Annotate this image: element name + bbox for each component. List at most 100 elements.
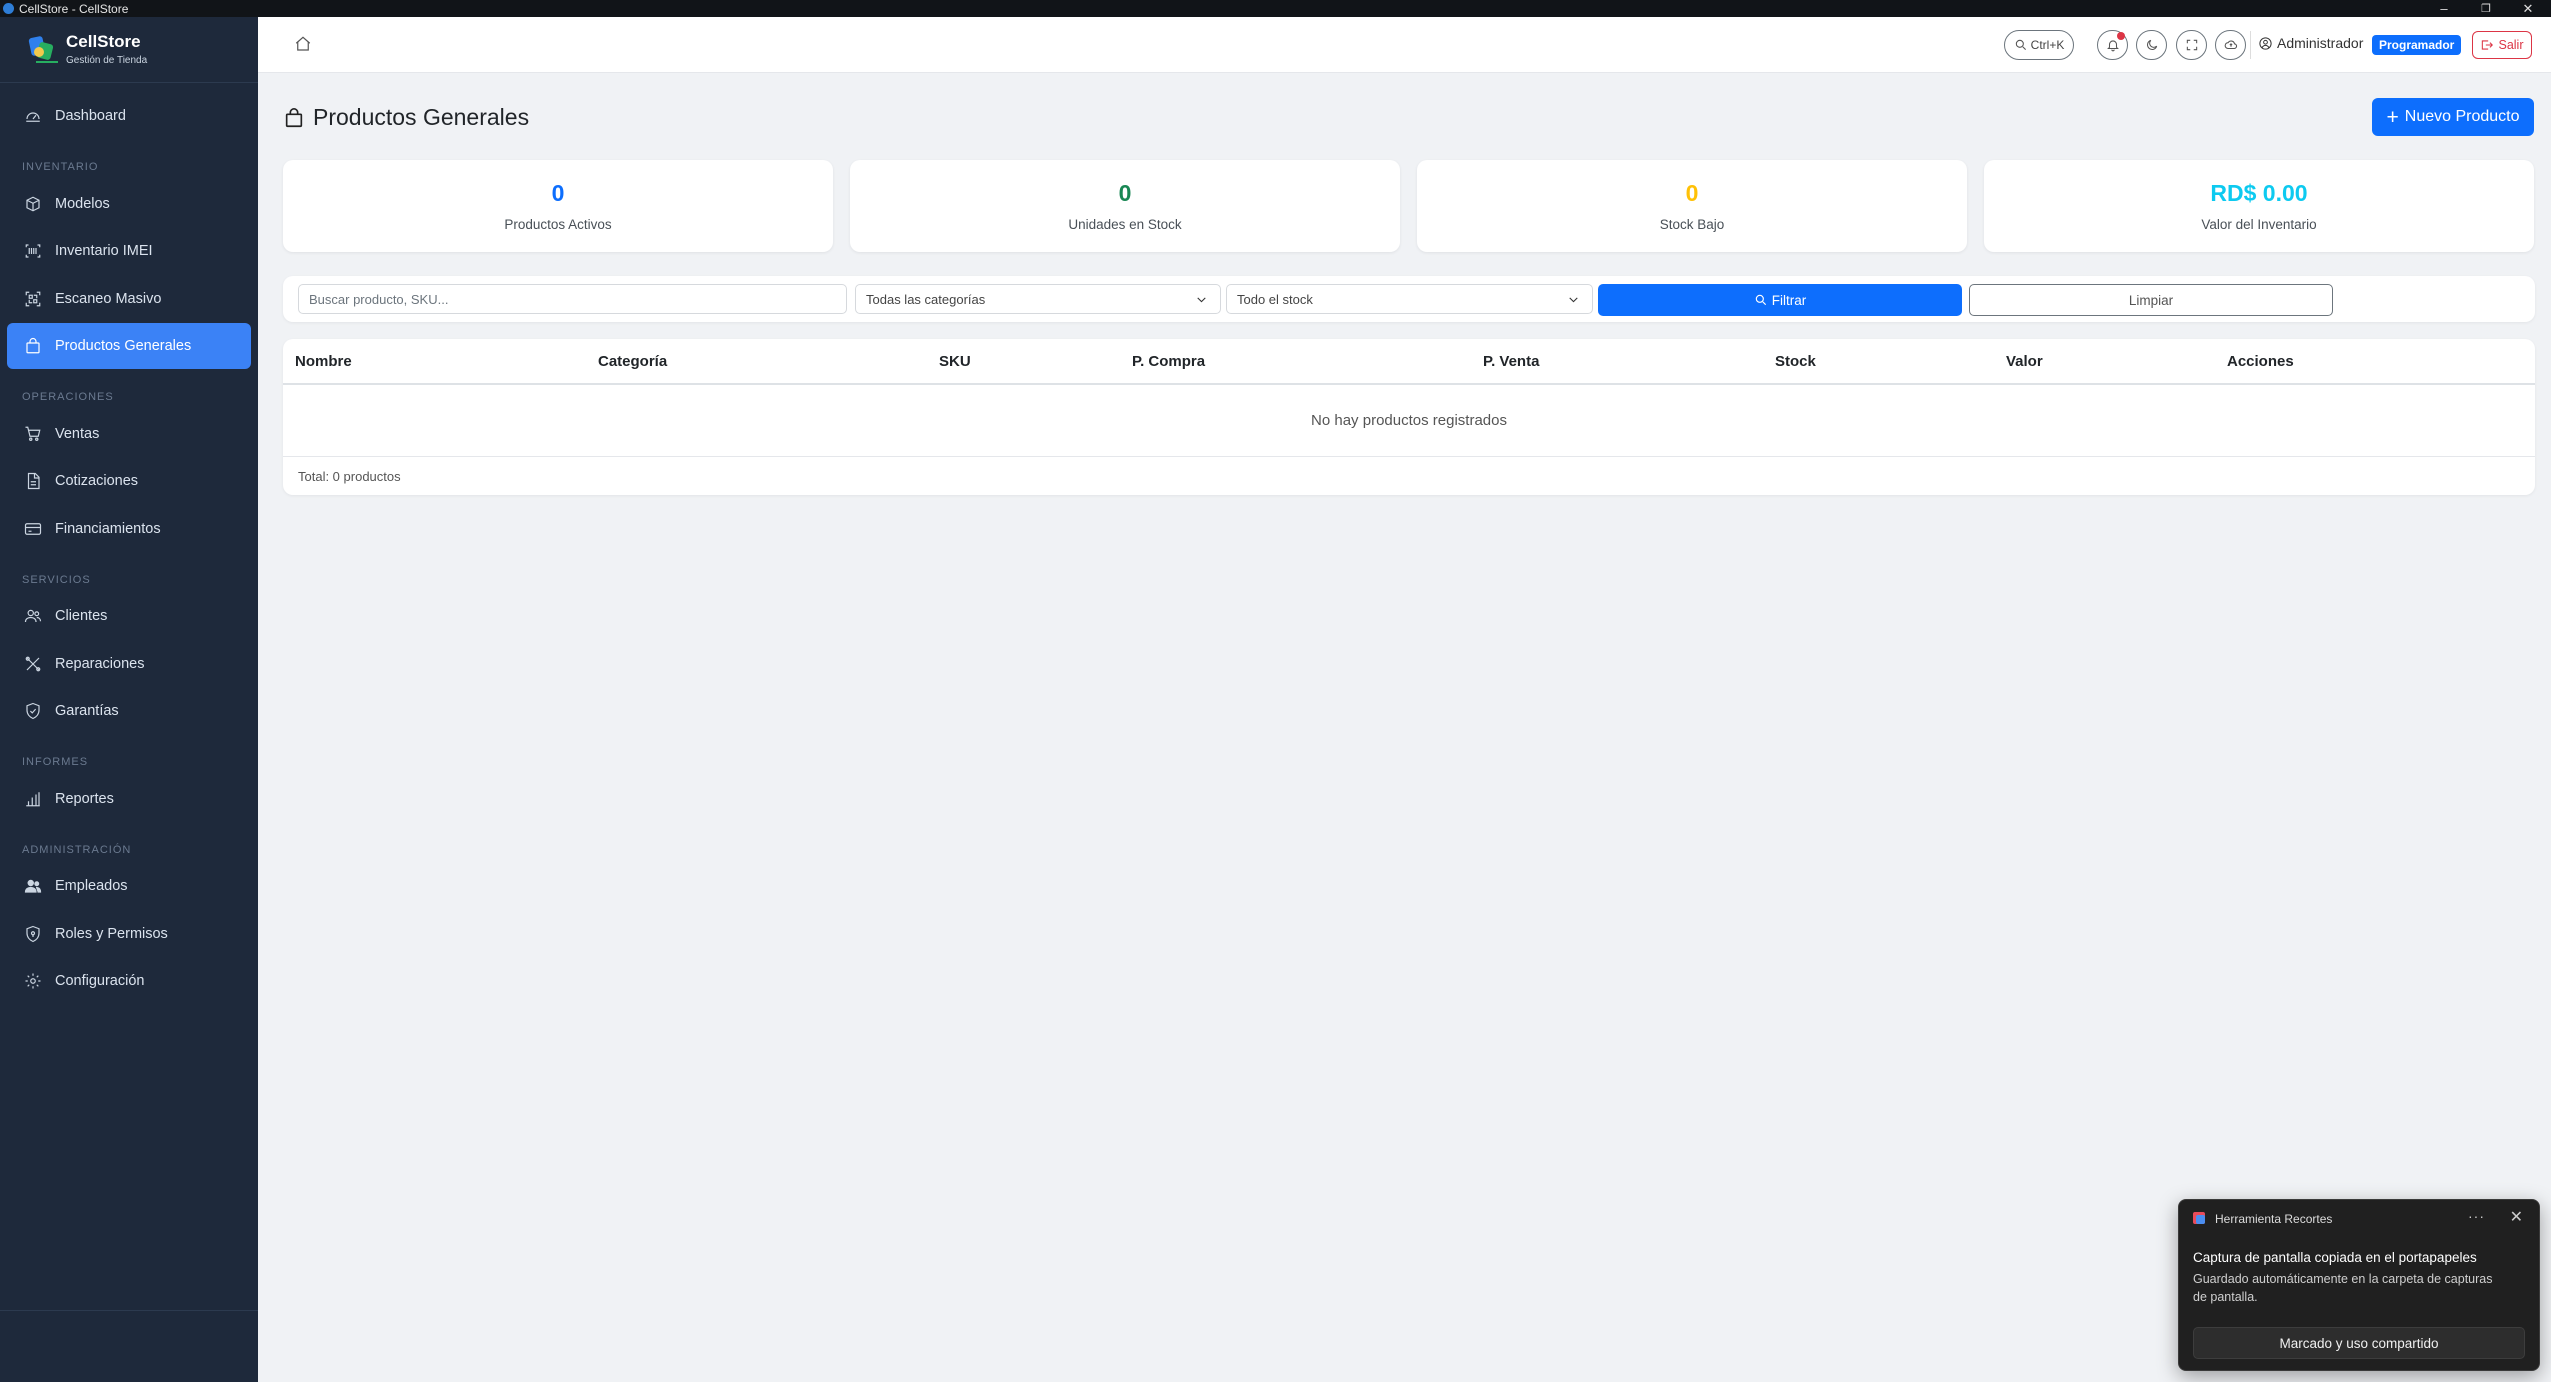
window-titlebar: CellStore - CellStore – ❐ ✕ — [0, 0, 2551, 17]
stock-select[interactable]: Todo el stock — [1226, 284, 1593, 314]
toast-body: Guardado automáticamente en la carpeta d… — [2193, 1272, 2493, 1305]
restore-icon[interactable]: ❐ — [2466, 0, 2506, 17]
sidebar-item-label: Productos Generales — [55, 338, 192, 354]
snipping-tool-toast[interactable]: Herramienta Recortes ··· ✕ Captura de pa… — [2178, 1199, 2540, 1371]
stat-card-stock-bajo: 0 Stock Bajo — [1417, 160, 1967, 252]
user-name: Administrador — [2277, 35, 2364, 51]
column-header-valor[interactable]: Valor — [2006, 353, 2043, 370]
sidebar-item-reportes[interactable]: Reportes — [7, 776, 251, 822]
bell-icon — [2106, 40, 2119, 52]
chevron-down-icon — [1195, 293, 1208, 309]
close-icon[interactable]: ✕ — [2510, 1207, 2523, 1227]
sidebar-item-ventas[interactable]: Ventas — [7, 411, 251, 457]
people-icon — [23, 607, 42, 626]
search-shortcut-button[interactable]: Ctrl+K — [2004, 30, 2074, 60]
brand[interactable]: CellStore Gestión de Tienda — [0, 17, 258, 83]
section-servicios: SERVICIOS — [22, 573, 91, 586]
upc-scan-icon — [23, 242, 42, 261]
stat-value: 0 — [1118, 180, 1132, 206]
theme-toggle-button[interactable] — [2136, 30, 2167, 60]
bar-chart-icon — [23, 789, 42, 808]
close-window-icon[interactable]: ✕ — [2508, 0, 2548, 17]
sidebar-item-label: Empleados — [55, 878, 128, 894]
sidebar-item-label: Escaneo Masivo — [55, 290, 162, 307]
stat-label: Productos Activos — [504, 217, 612, 232]
people-fill-icon — [23, 877, 42, 896]
column-header-categoria[interactable]: Categoría — [598, 353, 667, 370]
page-title: Productos Generales — [283, 104, 529, 131]
fullscreen-icon — [2186, 39, 2197, 51]
markup-share-button[interactable]: Marcado y uso compartido — [2193, 1327, 2525, 1359]
shield-lock-icon — [23, 924, 42, 943]
role-badge: Programador — [2372, 35, 2462, 55]
sidebar-item-reparaciones[interactable]: Reparaciones — [7, 641, 251, 687]
qr-scan-icon — [23, 289, 42, 308]
section-informes: INFORMES — [22, 756, 89, 768]
toast-app-name: Herramienta Recortes — [2215, 1212, 2333, 1226]
logout-icon — [2482, 40, 2494, 50]
notifications-button[interactable] — [2097, 30, 2128, 60]
credit-card-icon — [23, 519, 42, 538]
sidebar-item-configuracion[interactable]: Configuración — [7, 958, 251, 1004]
logout-label: Salir — [2498, 38, 2524, 52]
document-icon — [23, 472, 42, 491]
tools-icon — [23, 654, 42, 673]
toast-title: Captura de pantalla copiada en el portap… — [2193, 1250, 2477, 1265]
top-header: Ctrl+K Administrador Programador Salir — [258, 17, 2551, 73]
notification-dot — [2117, 32, 2125, 40]
sidebar-item-roles-permisos[interactable]: Roles y Permisos — [7, 911, 251, 957]
cloud-upload-icon — [2224, 40, 2237, 50]
column-header-p-venta[interactable]: P. Venta — [1483, 353, 1539, 370]
section-inventario: INVENTARIO — [22, 161, 99, 173]
bag-icon — [23, 337, 42, 356]
page-title-text: Productos Generales — [313, 104, 530, 130]
home-icon[interactable] — [294, 35, 314, 55]
new-product-button[interactable]: + Nuevo Producto — [2372, 98, 2534, 136]
sidebar-item-cotizaciones[interactable]: Cotizaciones — [7, 458, 251, 504]
minimize-icon[interactable]: – — [2424, 0, 2464, 17]
filter-button[interactable]: Filtrar — [1598, 284, 1962, 316]
stat-card-unidades-stock: 0 Unidades en Stock — [850, 160, 1400, 252]
search-icon — [1755, 294, 1766, 306]
sidebar-item-garantias[interactable]: Garantías — [7, 688, 251, 734]
sidebar-item-clientes[interactable]: Clientes — [7, 593, 251, 639]
column-header-stock[interactable]: Stock — [1775, 353, 1816, 370]
column-header-nombre[interactable]: Nombre — [295, 353, 352, 370]
search-shortcut-label: Ctrl+K — [2030, 38, 2065, 52]
search-input[interactable]: Buscar producto, SKU... — [298, 284, 847, 314]
table-total: Total: 0 productos — [298, 469, 401, 484]
section-operaciones: OPERACIONES — [22, 391, 114, 403]
sidebar-item-label: Modelos — [55, 195, 110, 212]
category-select[interactable]: Todas las categorías — [855, 284, 1221, 314]
window-title: CellStore - CellStore — [19, 1, 129, 16]
header-divider — [2250, 31, 2251, 59]
column-header-sku[interactable]: SKU — [939, 353, 971, 370]
shield-check-icon — [23, 702, 42, 721]
sidebar-item-label: Inventario IMEI — [55, 243, 153, 259]
sidebar-item-label: Financiamientos — [55, 520, 161, 537]
sidebar-item-label: Reportes — [55, 790, 114, 807]
fullscreen-button[interactable] — [2176, 30, 2207, 60]
logout-button[interactable]: Salir — [2472, 31, 2532, 59]
sidebar: CellStore Gestión de Tienda Dashboard IN… — [0, 17, 258, 1382]
gear-icon — [23, 972, 42, 991]
sidebar-item-escaneo-masivo[interactable]: Escaneo Masivo — [7, 276, 251, 322]
sidebar-item-empleados[interactable]: Empleados — [7, 863, 251, 909]
more-options-icon[interactable]: ··· — [2468, 1208, 2485, 1224]
stat-card-valor-inventario: RD$ 0.00 Valor del Inventario — [1984, 160, 2534, 252]
brand-logo-icon — [24, 33, 58, 67]
stock-select-value: Todo el stock — [1237, 291, 1313, 307]
sidebar-item-label: Clientes — [55, 608, 108, 624]
sidebar-item-label: Dashboard — [55, 108, 126, 124]
sidebar-item-dashboard[interactable]: Dashboard — [7, 93, 251, 139]
clear-button[interactable]: Limpiar — [1969, 284, 2333, 316]
column-header-p-compra[interactable]: P. Compra — [1132, 353, 1205, 370]
user-menu[interactable]: Administrador — [2258, 35, 2363, 51]
cloud-sync-button[interactable] — [2215, 30, 2246, 60]
sidebar-item-modelos[interactable]: Modelos — [7, 181, 251, 227]
sidebar-item-financiamientos[interactable]: Financiamientos — [7, 506, 251, 552]
sidebar-item-inventario-imei[interactable]: Inventario IMEI — [7, 228, 251, 274]
sidebar-item-productos-generales[interactable]: Productos Generales — [7, 323, 251, 369]
category-select-value: Todas las categorías — [866, 291, 986, 307]
stat-card-productos-activos: 0 Productos Activos — [283, 160, 833, 252]
